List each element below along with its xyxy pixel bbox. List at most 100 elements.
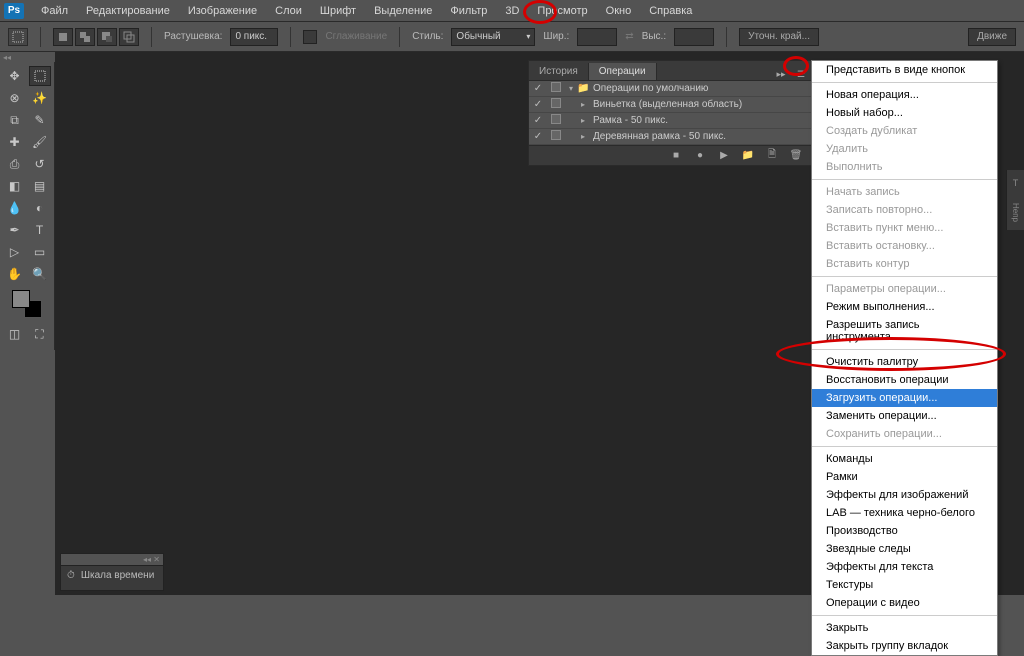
- separator: [812, 82, 997, 83]
- flyout-item[interactable]: Эффекты для текста: [812, 558, 997, 576]
- height-input[interactable]: [674, 28, 714, 46]
- play-icon[interactable]: ▶: [717, 150, 731, 162]
- toolbox-collapse[interactable]: ◂◂: [0, 52, 55, 62]
- dodge-tool-icon[interactable]: ◐: [29, 198, 51, 218]
- panel-menu-icon[interactable]: ☰: [791, 69, 811, 80]
- flyout-item[interactable]: Новая операция...: [812, 86, 997, 104]
- shape-tool-icon[interactable]: ▭: [29, 242, 51, 262]
- divider: [399, 27, 400, 47]
- blur-tool-icon[interactable]: 💧: [4, 198, 26, 218]
- flyout-item[interactable]: Операции с видео: [812, 594, 997, 612]
- flyout-item: Записать повторно...: [812, 201, 997, 219]
- panel-collapse-icon[interactable]: ▸▸: [771, 69, 791, 80]
- actions-panel: История Операции ▸▸ ☰ ✓ ▾📁 Операции по у…: [528, 60, 812, 166]
- action-row[interactable]: ✓▸Деревянная рамка - 50 пикс.: [529, 129, 811, 145]
- menu-item[interactable]: Файл: [32, 2, 77, 20]
- screenmode-icon[interactable]: ⛶: [29, 324, 51, 344]
- flyout-item[interactable]: Загрузить операции...: [812, 389, 997, 407]
- actions-footer: ■ ● ▶ 📁 🗎 🗑: [529, 145, 811, 165]
- record-icon[interactable]: ●: [693, 150, 707, 162]
- flyout-item[interactable]: Очистить палитру: [812, 353, 997, 371]
- action-row[interactable]: ✓▸Рамка - 50 пикс.: [529, 113, 811, 129]
- flyout-item[interactable]: LAB — техника черно-белого: [812, 504, 997, 522]
- quickmask-icon[interactable]: ◫: [4, 324, 26, 344]
- flyout-item[interactable]: Закрыть: [812, 619, 997, 637]
- flyout-item[interactable]: Разрешить запись инструмента: [812, 316, 997, 346]
- feather-label: Растушевка:: [164, 31, 222, 42]
- gradient-tool-icon[interactable]: ▤: [29, 176, 51, 196]
- width-input[interactable]: [577, 28, 617, 46]
- tool-preset-icon[interactable]: [8, 28, 28, 46]
- foreground-color[interactable]: [12, 290, 30, 308]
- selection-intersect-icon[interactable]: [119, 28, 139, 46]
- brush-tool-icon[interactable]: 🖌: [29, 132, 51, 152]
- menu-item[interactable]: Просмотр: [528, 2, 596, 20]
- feather-input[interactable]: [230, 28, 278, 46]
- menu-item[interactable]: 3D: [496, 2, 528, 20]
- menu-item[interactable]: Шрифт: [311, 2, 365, 20]
- flyout-item[interactable]: Производство: [812, 522, 997, 540]
- selection-mode-group: [53, 28, 139, 46]
- antialias-checkbox[interactable]: [303, 30, 317, 44]
- selection-subtract-icon[interactable]: [97, 28, 117, 46]
- flyout-item[interactable]: Заменить операции...: [812, 407, 997, 425]
- workspace-button[interactable]: Движе: [968, 28, 1016, 46]
- hand-tool-icon[interactable]: ✋: [4, 264, 26, 284]
- flyout-item[interactable]: Восстановить операции: [812, 371, 997, 389]
- menu-item[interactable]: Справка: [640, 2, 701, 20]
- delete-icon[interactable]: 🗑: [789, 150, 803, 162]
- flyout-item[interactable]: Новый набор...: [812, 104, 997, 122]
- divider: [151, 27, 152, 47]
- stamp-tool-icon[interactable]: ⎙: [4, 154, 26, 174]
- zoom-tool-icon[interactable]: 🔍: [29, 264, 51, 284]
- height-label: Выс.:: [642, 31, 666, 42]
- flyout-item[interactable]: Эффекты для изображений: [812, 486, 997, 504]
- menu-item[interactable]: Слои: [266, 2, 311, 20]
- flyout-item[interactable]: Текстуры: [812, 576, 997, 594]
- flyout-item: Создать дубликат: [812, 122, 997, 140]
- selection-new-icon[interactable]: [53, 28, 73, 46]
- refine-edge-button[interactable]: Уточн. край...: [739, 28, 819, 46]
- eyedropper-tool-icon[interactable]: ✎: [29, 110, 51, 130]
- action-row[interactable]: ✓▸Виньетка (выделенная область): [529, 97, 811, 113]
- path-select-tool-icon[interactable]: ▷: [4, 242, 26, 262]
- eraser-tool-icon[interactable]: ◧: [4, 176, 26, 196]
- flyout-item: Вставить пункт меню...: [812, 219, 997, 237]
- action-set-label: Операции по умолчанию: [593, 83, 708, 94]
- flyout-item[interactable]: Команды: [812, 450, 997, 468]
- timeline-panel[interactable]: ◂◂ ✕ ⏱ Шкала времени: [60, 553, 164, 591]
- menu-item[interactable]: Редактирование: [77, 2, 179, 20]
- menu-item[interactable]: Окно: [597, 2, 641, 20]
- right-collapsed-panel[interactable]: T Непр: [1006, 170, 1024, 230]
- type-tool-icon[interactable]: T: [29, 220, 51, 240]
- wand-tool-icon[interactable]: ✨: [29, 88, 51, 108]
- flyout-item[interactable]: Представить в виде кнопок: [812, 61, 997, 79]
- selection-add-icon[interactable]: [75, 28, 95, 46]
- action-set-row[interactable]: ✓ ▾📁 Операции по умолчанию: [529, 81, 811, 97]
- flyout-item: Параметры операции...: [812, 280, 997, 298]
- style-select[interactable]: Обычный▾: [451, 28, 535, 46]
- crop-tool-icon[interactable]: ⧉: [4, 110, 26, 130]
- stop-icon[interactable]: ■: [669, 150, 683, 162]
- flyout-item[interactable]: Рамки: [812, 468, 997, 486]
- pen-tool-icon[interactable]: ✒: [4, 220, 26, 240]
- menu-item[interactable]: Фильтр: [441, 2, 496, 20]
- flyout-item[interactable]: Звездные следы: [812, 540, 997, 558]
- menu-item[interactable]: Изображение: [179, 2, 266, 20]
- move-tool-icon[interactable]: ✥: [4, 66, 26, 86]
- color-swatch[interactable]: [12, 290, 42, 318]
- separator: [812, 179, 997, 180]
- menu-item[interactable]: Выделение: [365, 2, 441, 20]
- flyout-item[interactable]: Режим выполнения...: [812, 298, 997, 316]
- tab-history[interactable]: История: [529, 63, 589, 80]
- history-brush-tool-icon[interactable]: ↺: [29, 154, 51, 174]
- lasso-tool-icon[interactable]: ⊗: [4, 88, 26, 108]
- folder-icon: 📁: [577, 83, 593, 94]
- tab-actions[interactable]: Операции: [589, 63, 657, 80]
- new-set-icon[interactable]: 📁: [741, 150, 755, 162]
- flyout-item[interactable]: Закрыть группу вкладок: [812, 637, 997, 655]
- marquee-tool-icon[interactable]: [29, 66, 51, 86]
- timeline-label: Шкала времени: [81, 570, 154, 581]
- new-action-icon[interactable]: 🗎: [765, 150, 779, 162]
- heal-tool-icon[interactable]: ✚: [4, 132, 26, 152]
